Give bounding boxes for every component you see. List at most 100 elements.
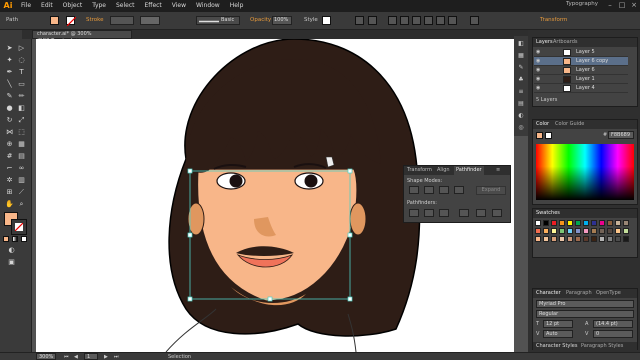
expand-button[interactable]: Expand [476,186,506,195]
rectangle-tool-icon[interactable]: ▭ [17,80,26,89]
exclude-button[interactable] [454,186,464,194]
swatch-chip[interactable] [623,228,629,234]
scale-tool-icon[interactable]: ⤢ [17,116,26,125]
font-family-dropdown[interactable]: Myriad Pro [536,300,634,308]
layer-row[interactable]: ◉ Layer 4 [534,84,628,93]
first-artboard-icon[interactable]: ⏮ [64,354,69,360]
next-artboard-icon[interactable]: ▶ [104,354,108,360]
isolate-icon[interactable] [368,16,377,25]
kerning-field[interactable]: Auto [543,330,573,338]
maximize-icon[interactable]: □ [618,1,626,9]
tab-character[interactable]: Character [536,290,561,296]
shape-builder-icon[interactable]: ⊕ [5,140,14,149]
visibility-eye-icon[interactable]: ◉ [536,85,542,91]
paintbrush-icon[interactable]: ✎ [5,92,14,101]
gradient-tool-icon[interactable]: ▤ [17,152,26,161]
swatch-chip[interactable] [583,228,589,234]
swatch-chip[interactable] [575,220,581,226]
brushes-panel-icon[interactable]: ✎ [517,64,525,72]
visibility-eye-icon[interactable]: ◉ [536,58,542,64]
align-icon-1[interactable] [388,16,397,25]
stroke-label[interactable]: Stroke [86,17,104,23]
brush-dropdown[interactable]: Basic [196,16,240,25]
graphic-style-swatch[interactable] [322,16,331,25]
stroke-swatch[interactable] [66,16,77,27]
artboard-number-field[interactable]: 1 [84,353,98,360]
align-icon-3[interactable] [412,16,421,25]
opacity-label[interactable]: Opacity [250,17,271,23]
menu-type[interactable]: Type [87,0,111,12]
symbol-sprayer-icon[interactable]: ✲ [5,176,14,185]
tab-paragraph-styles[interactable]: Paragraph Styles [581,343,623,349]
color-spectrum[interactable] [536,144,634,200]
panel-menu-icon[interactable]: ≡ [496,167,500,173]
swatch-chip[interactable] [615,228,621,234]
zoom-tool-icon[interactable]: ⌕ [17,200,26,209]
visibility-eye-icon[interactable]: ◉ [536,67,542,73]
menu-object[interactable]: Object [58,0,88,12]
swatch-chip[interactable] [599,220,605,226]
recolor-icon[interactable] [355,16,364,25]
type-tool-icon[interactable]: T [17,68,26,77]
swatch-chip[interactable] [607,220,613,226]
workspace-switcher[interactable]: Typography [566,1,598,7]
tab-paragraph[interactable]: Paragraph [566,290,592,296]
tab-artboards[interactable]: Artboards [553,39,577,45]
layer-row[interactable]: ◉ Layer 6 [534,66,628,75]
pencil-icon[interactable]: ✏ [17,92,26,101]
tracking-field[interactable]: 0 [593,330,633,338]
crop-button[interactable] [459,209,469,217]
trim-button[interactable] [424,209,434,217]
menu-select[interactable]: Select [111,0,140,12]
draw-mode-icon[interactable]: ◐ [7,246,16,255]
swatch-chip[interactable] [623,220,629,226]
tab-pathfinder[interactable]: Pathfinder [454,166,484,175]
intersect-button[interactable] [439,186,449,194]
symbols-panel-icon[interactable]: ♣ [517,76,525,84]
tab-color[interactable]: Color [536,121,549,127]
tab-align[interactable]: Align [437,167,450,173]
rotate-tool-icon[interactable]: ↻ [5,116,14,125]
swatch-chip[interactable] [535,236,541,242]
color-fill-box[interactable] [536,132,543,139]
gradient-panel-icon[interactable]: ▤ [517,100,525,108]
blob-brush-icon[interactable]: ● [5,104,14,113]
tab-transform[interactable]: Transform [407,167,432,173]
swatch-chip[interactable] [615,220,621,226]
swatch-chip[interactable] [591,220,597,226]
appearance-panel-icon[interactable]: ◎ [517,124,525,132]
opacity-field[interactable]: 100% [272,16,292,25]
font-style-dropdown[interactable]: Regular [536,310,634,318]
menu-view[interactable]: View [167,0,191,12]
color-stroke-box[interactable] [545,132,552,139]
hand-tool-icon[interactable]: ✋ [5,200,14,209]
document-tab[interactable]: character.ai* @ 300% (RGB/Preview)× [32,30,132,44]
fill-swatch[interactable] [50,16,59,25]
divide-button[interactable] [409,209,419,217]
stroke-panel-icon[interactable]: ≡ [517,88,525,96]
swatch-chip[interactable] [567,236,573,242]
swatch-chip[interactable] [543,220,549,226]
swatch-chip[interactable] [575,228,581,234]
swatch-chip[interactable] [535,228,541,234]
tab-opentype[interactable]: OpenType [596,290,621,296]
swatch-chip[interactable] [583,236,589,242]
tab-layers[interactable]: Layers [536,39,553,45]
blend-tool-icon[interactable]: ∞ [17,164,26,173]
menu-window[interactable]: Window [191,0,225,12]
free-transform-icon[interactable]: ⬚ [17,128,26,137]
menu-file[interactable]: File [16,0,36,12]
swatch-chip[interactable] [591,228,597,234]
eyedropper-icon[interactable]: ⌐ [5,164,14,173]
none-mode-icon[interactable] [21,236,27,242]
swatch-chip[interactable] [599,228,605,234]
menu-effect[interactable]: Effect [140,0,167,12]
screen-mode-icon[interactable]: ▣ [7,258,16,267]
tab-swatches[interactable]: Swatches [536,210,560,216]
mesh-tool-icon[interactable]: # [5,152,14,161]
swatch-chip[interactable] [607,228,613,234]
align-icon-6[interactable] [448,16,457,25]
unite-button[interactable] [409,186,419,194]
tab-character-styles[interactable]: Character Styles [536,343,577,349]
swatch-chip[interactable] [543,236,549,242]
